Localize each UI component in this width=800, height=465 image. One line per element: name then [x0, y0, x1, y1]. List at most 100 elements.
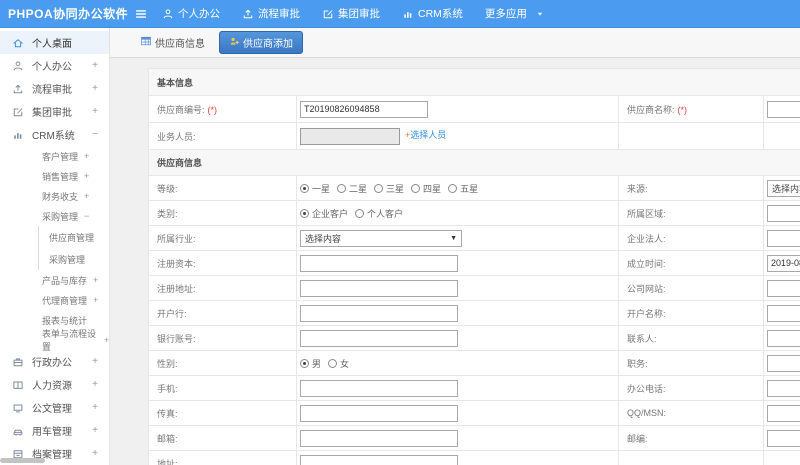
radio-button[interactable]	[374, 183, 384, 193]
sidebar-item-vehicle-mgmt[interactable]: 用车管理 +	[0, 419, 109, 442]
nav-crm-system[interactable]: CRM系统	[402, 6, 463, 21]
radio-option[interactable]: 四星	[411, 182, 441, 195]
sidebar-item-form-flow-setup[interactable]: 表单与流程设置 +	[0, 329, 109, 352]
sidebar-item-supplier-mgmt[interactable]: 供应商管理	[38, 226, 109, 248]
process-icon	[12, 82, 25, 95]
text-input[interactable]	[767, 279, 800, 297]
required-marker: (*)	[677, 104, 688, 115]
text-input[interactable]	[767, 354, 800, 372]
expand-toggle-icon[interactable]: +	[92, 448, 98, 459]
radio-button[interactable]	[337, 183, 347, 193]
text-input[interactable]	[767, 429, 800, 447]
expand-toggle-icon[interactable]: +	[84, 151, 89, 161]
text-input[interactable]	[300, 100, 428, 118]
radio-option[interactable]: 男	[300, 357, 321, 370]
nav-process-approval[interactable]: 流程审批	[242, 6, 300, 21]
expand-toggle-icon[interactable]: +	[92, 379, 98, 390]
text-input[interactable]	[300, 304, 458, 322]
sidebar-item-finance-inout[interactable]: 财务收支 +	[0, 186, 109, 206]
radio-option[interactable]: 个人客户	[355, 207, 403, 220]
sidebar-item-label: 个人桌面	[32, 39, 72, 50]
radio-option[interactable]: 二星	[337, 182, 367, 195]
text-input[interactable]	[300, 429, 458, 447]
topbar: PHPOA协同办公软件 个人办公 流程审批 集团审批 CRM系统 更多应用	[0, 0, 800, 28]
nav-group-approval[interactable]: 集团审批	[322, 6, 380, 21]
expand-toggle-icon[interactable]: +	[92, 356, 98, 367]
text-input[interactable]	[300, 404, 458, 422]
tab-supplier-info[interactable]: 供应商信息	[132, 32, 213, 53]
field-label: 传真:	[157, 408, 178, 419]
text-input[interactable]	[767, 404, 800, 422]
form-row: 传真: QQ/MSN:	[148, 400, 800, 426]
app-logo: PHPOA协同办公软件	[8, 7, 129, 21]
monitor-icon	[12, 401, 25, 414]
expand-toggle-icon[interactable]: +	[92, 425, 98, 436]
text-input[interactable]	[767, 379, 800, 397]
sidebar-item-label: 代理商管理	[42, 295, 88, 306]
sidebar-item-admin-office[interactable]: 行政办公 +	[0, 350, 109, 373]
sidebar-item-customer-mgmt[interactable]: 客户管理 +	[0, 146, 109, 166]
sidebar-item-group-approval[interactable]: 集团审批 +	[0, 100, 109, 123]
form-row: 所属行业: 选择内容 ▼ 企业法人:	[148, 225, 800, 251]
radio-option[interactable]: 三星	[374, 182, 404, 195]
sidebar-item-purchasing[interactable]: 采购管理	[38, 248, 109, 270]
expand-toggle-icon[interactable]: +	[93, 295, 98, 305]
expand-toggle-icon[interactable]: −	[92, 129, 98, 140]
radio-option[interactable]: 一星	[300, 182, 330, 195]
radio-option[interactable]: 五星	[448, 182, 478, 195]
sidebar-scrollbar[interactable]	[0, 458, 45, 463]
sidebar-item-personal-desktop[interactable]: 个人桌面	[0, 31, 109, 54]
nav-personal-office[interactable]: 个人办公	[162, 6, 220, 21]
expand-toggle-icon[interactable]: +	[92, 60, 98, 71]
sidebar-item-purchase-mgmt[interactable]: 采购管理 −	[0, 206, 109, 226]
radio-button[interactable]	[300, 358, 309, 368]
expand-toggle-icon[interactable]: +	[92, 83, 98, 94]
sidebar-item-human-resource[interactable]: 人力资源 +	[0, 373, 109, 396]
radio-button[interactable]	[448, 183, 458, 193]
expand-toggle-icon[interactable]: +	[92, 106, 98, 117]
sidebar-item-crm-system[interactable]: CRM系统 −	[0, 123, 109, 146]
staff-input[interactable]	[300, 127, 400, 145]
form-row: 手机: 办公电话:	[148, 375, 800, 401]
expand-toggle-icon[interactable]: +	[84, 191, 89, 201]
text-input[interactable]	[300, 379, 458, 397]
text-input[interactable]	[767, 204, 800, 222]
sidebar-item-personal-office[interactable]: 个人办公 +	[0, 54, 109, 77]
text-input[interactable]	[767, 254, 800, 272]
expand-toggle-icon[interactable]: −	[84, 211, 89, 221]
dropdown-select[interactable]: 选择内容▼	[300, 229, 462, 247]
text-input[interactable]	[300, 279, 458, 297]
radio-button[interactable]	[328, 358, 338, 368]
radio-button[interactable]	[300, 208, 309, 218]
tab-strip: 供应商信息 供应商添加	[110, 28, 800, 58]
radio-option[interactable]: 女	[328, 357, 349, 370]
sidebar-item-agent-mgmt[interactable]: 代理商管理 +	[0, 290, 109, 310]
text-input[interactable]	[300, 254, 458, 272]
text-input[interactable]	[767, 329, 800, 347]
tab-supplier-add[interactable]: 供应商添加	[219, 31, 303, 54]
radio-option[interactable]: 企业客户	[300, 207, 348, 220]
hamburger-menu-icon[interactable]	[134, 7, 148, 21]
text-input[interactable]	[767, 304, 800, 322]
dropdown-select[interactable]: 选择内容▼	[767, 179, 800, 197]
sidebar-item-product-stock[interactable]: 产品与库存 +	[0, 270, 109, 290]
nav-label: 更多应用	[484, 8, 527, 20]
radio-button[interactable]	[411, 183, 421, 193]
text-input[interactable]	[300, 329, 458, 347]
text-input[interactable]	[300, 454, 458, 465]
expand-toggle-icon[interactable]: +	[93, 275, 98, 285]
radio-button[interactable]	[355, 208, 365, 218]
choose-staff-link[interactable]: +选择人员	[405, 130, 446, 140]
radio-button[interactable]	[300, 183, 309, 193]
nav-more-apps[interactable]: 更多应用	[485, 6, 545, 21]
expand-toggle-icon[interactable]: +	[92, 402, 98, 413]
text-input[interactable]	[767, 100, 800, 118]
expand-toggle-icon[interactable]: +	[84, 171, 89, 181]
expand-toggle-icon[interactable]: +	[104, 335, 109, 345]
sidebar-item-document-mgmt[interactable]: 公文管理 +	[0, 396, 109, 419]
sidebar-item-label: 公文管理	[32, 404, 72, 415]
sidebar-item-sales-mgmt[interactable]: 销售管理 +	[0, 166, 109, 186]
text-input[interactable]	[767, 229, 800, 247]
table-icon	[140, 35, 152, 50]
sidebar-item-process-approval[interactable]: 流程审批 +	[0, 77, 109, 100]
